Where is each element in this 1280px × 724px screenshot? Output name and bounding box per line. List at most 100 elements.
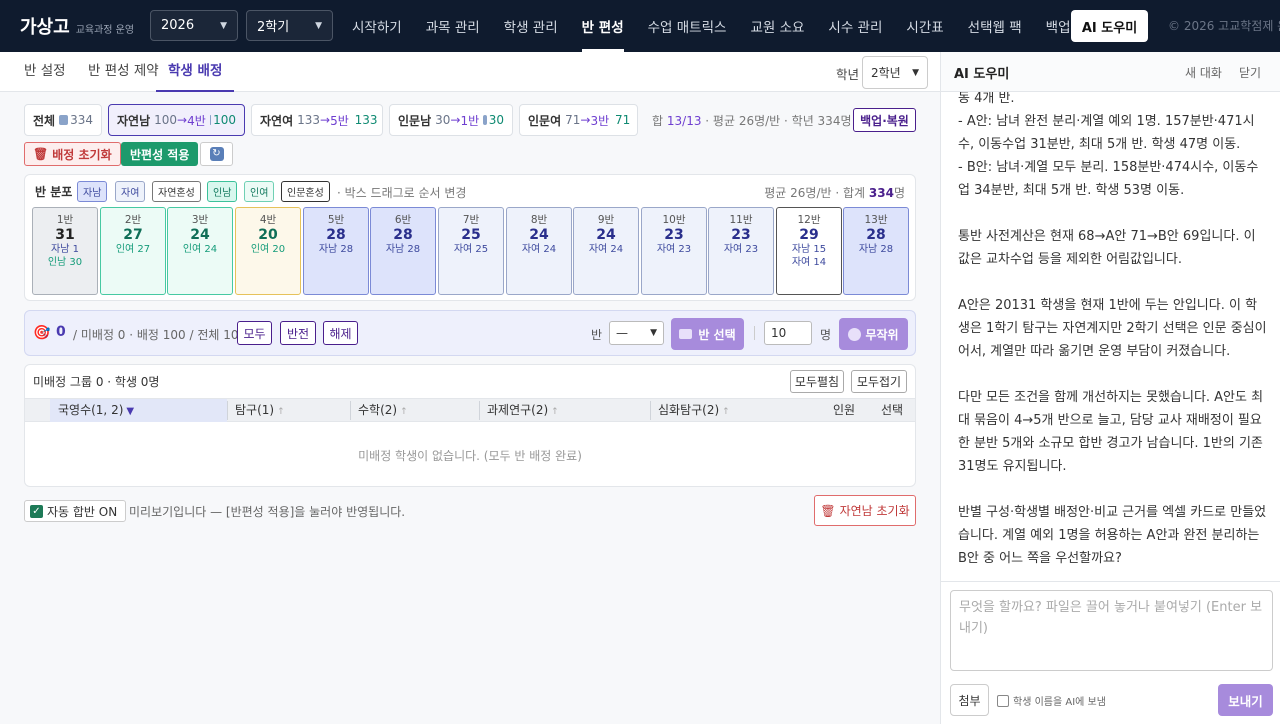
filter-label: 자연여 bbox=[260, 113, 294, 128]
reset-assignment-button[interactable]: 🗑 배정 초기화 bbox=[24, 142, 121, 166]
new-chat-button[interactable]: 새 대화 bbox=[1185, 64, 1222, 81]
filter-count: 100 bbox=[213, 113, 236, 127]
class-name: 11반 bbox=[729, 214, 753, 226]
tab-class-settings[interactable]: 반 설정 bbox=[24, 52, 66, 92]
unassigned-title: 미배정 그룹 0 · 학생 0명 bbox=[33, 375, 160, 389]
class-composition: 자여 25 bbox=[453, 244, 489, 255]
filter-count: 133 bbox=[354, 113, 378, 127]
class-box[interactable]: 9반 24 자여 24 bbox=[573, 207, 639, 295]
assistant-message: 동 4개 반. - A안: 남녀 완전 분리·계열 예외 1명. 157분반·4… bbox=[958, 92, 1267, 566]
sort-icon: ↑ bbox=[277, 407, 285, 417]
filter-liberal-female[interactable]: 인문여 71 → 3반 71 bbox=[519, 104, 638, 136]
semester-select[interactable]: 2학기 ▼ bbox=[246, 10, 333, 41]
grade-value: 2학년 bbox=[871, 66, 901, 80]
nav-start[interactable]: 시작하기 bbox=[340, 0, 414, 52]
class-composition: 자남 15 bbox=[791, 244, 827, 255]
tab-class-constraints[interactable]: 반 편성 제약 bbox=[88, 52, 159, 92]
legend-liberal-female: 인여 bbox=[244, 181, 275, 202]
column-research[interactable]: 과제연구(2) ↑ bbox=[479, 399, 650, 422]
preview-note: 미리보기입니다 — [반편성 적용]을 눌러야 반영됩니다. bbox=[129, 505, 406, 519]
filter-all[interactable]: 전체 334 bbox=[24, 104, 102, 136]
select-all-button[interactable]: 모두 bbox=[237, 321, 272, 345]
clear-selection-button[interactable]: 해제 bbox=[323, 321, 358, 345]
nav-subjects[interactable]: 과목 관리 bbox=[414, 0, 492, 52]
distribution-title: 반 분포 bbox=[35, 185, 73, 199]
class-box[interactable]: 13반 28 자남 28 bbox=[843, 207, 909, 295]
nav-selection-pack[interactable]: 선택웹 팩 bbox=[956, 0, 1034, 52]
column-label: 수학(2) bbox=[358, 403, 398, 417]
chat-input[interactable]: 무엇을 할까요? 파일은 끌어 놓거나 붙여넣기 (Enter 보내기) bbox=[950, 590, 1273, 671]
class-composition: 자여 14 bbox=[791, 257, 827, 268]
grade-select[interactable]: 2학년 ▼ bbox=[862, 56, 928, 89]
expand-all-button[interactable]: 모두펼침 bbox=[790, 370, 844, 393]
send-name-label: 학생 이름을 AI에 보냄 bbox=[1013, 697, 1106, 708]
class-count: 27 bbox=[123, 227, 143, 243]
reset-nature-male-button[interactable]: 🗑 자연남 초기화 bbox=[814, 495, 916, 526]
close-panel-button[interactable]: 닫기 bbox=[1239, 64, 1261, 81]
count-input[interactable]: 10 bbox=[764, 321, 812, 345]
class-name: 1반 bbox=[56, 214, 74, 226]
column-math[interactable]: 수학(2) ↑ bbox=[350, 399, 479, 422]
divider bbox=[941, 581, 1280, 582]
class-box[interactable]: 12반 29 자남 15 자여 14 bbox=[776, 207, 842, 295]
column-inquiry[interactable]: 탐구(1) ↑ bbox=[227, 399, 350, 422]
column-label: 국영수(1, 2) bbox=[58, 403, 124, 417]
total-prefix: 평균 26명/반 · 합계 bbox=[764, 186, 866, 200]
class-box[interactable]: 7반 25 자여 25 bbox=[438, 207, 504, 295]
unassigned-panel: 미배정 그룹 0 · 학생 0명 모두펼침 모두접기 국영수(1, 2) ▼ 탐구… bbox=[24, 364, 916, 487]
filter-count: 334 bbox=[70, 113, 93, 127]
filter-label: 인문남 bbox=[398, 113, 432, 128]
ai-assistant-panel: AI 도우미 새 대화 닫기 동 4개 반. - A안: 남녀 완전 분리·계열… bbox=[940, 52, 1280, 724]
tab-student-assignment[interactable]: 학생 배정 bbox=[156, 52, 235, 92]
logo-text: 가상고 bbox=[20, 17, 70, 38]
legend-liberal-male: 인남 bbox=[207, 181, 238, 202]
logo-subtitle: 교육과정 운영 bbox=[75, 25, 135, 36]
ai-assistant-button[interactable]: AI 도우미 bbox=[1071, 10, 1148, 42]
invert-selection-button[interactable]: 반전 bbox=[280, 321, 316, 345]
chat-area[interactable]: 동 4개 반. - A안: 남녀 완전 분리·계열 예외 1명. 157분반·4… bbox=[958, 92, 1268, 580]
refresh-button[interactable]: ↻ bbox=[200, 142, 233, 166]
arrow-right-icon: → bbox=[580, 113, 591, 127]
send-button[interactable]: 보내기 bbox=[1218, 684, 1273, 716]
nav-students[interactable]: 학생 관리 bbox=[492, 0, 570, 52]
filter-liberal-male[interactable]: 인문남 30 → 1반 30 bbox=[389, 104, 513, 136]
main-nav: 시작하기 과목 관리 학생 관리 반 편성 수업 매트릭스 교원 소요 시수 관… bbox=[340, 0, 1083, 52]
random-button[interactable]: 무작위 bbox=[839, 318, 908, 350]
class-box[interactable]: 11반 23 자여 23 bbox=[708, 207, 774, 295]
class-count: 29 bbox=[799, 227, 819, 243]
backup-restore-button[interactable]: 백업·복원 bbox=[853, 108, 916, 132]
class-count: 25 bbox=[461, 227, 481, 243]
class-box[interactable]: 3반 24 인여 24 bbox=[167, 207, 233, 295]
auto-merge-toggle[interactable]: ✓ 자동 합반 ON bbox=[24, 500, 127, 522]
year-select[interactable]: 2026 ▼ bbox=[150, 10, 238, 41]
apply-formation-button[interactable]: 반편성 적용 bbox=[121, 142, 199, 166]
sort-icon: ↑ bbox=[722, 407, 730, 417]
filter-label: 자연남 bbox=[117, 113, 151, 128]
nav-timetable[interactable]: 시간표 bbox=[894, 0, 955, 52]
class-name: 2반 bbox=[124, 214, 142, 226]
class-box[interactable]: 2반 27 인여 27 bbox=[100, 207, 166, 295]
class-box[interactable]: 10반 23 자여 23 bbox=[641, 207, 707, 295]
checkbox-icon[interactable] bbox=[997, 694, 1009, 707]
attach-button[interactable]: 첨부 bbox=[950, 684, 989, 716]
class-select[interactable]: — ▼ bbox=[609, 321, 664, 345]
nav-class-matrix[interactable]: 수업 매트릭스 bbox=[636, 0, 739, 52]
nav-teacher-demand[interactable]: 교원 소요 bbox=[738, 0, 816, 52]
assign-class-button[interactable]: 반 선택 bbox=[671, 318, 744, 350]
class-box[interactable]: 8반 24 자여 24 bbox=[506, 207, 572, 295]
filter-nature-male[interactable]: 자연남 100 → 4반 100 bbox=[108, 104, 245, 136]
class-box[interactable]: 5반 28 자남 28 bbox=[303, 207, 369, 295]
nav-class-formation[interactable]: 반 편성 bbox=[570, 0, 636, 52]
column-korean-english-math[interactable]: 국영수(1, 2) ▼ bbox=[50, 399, 227, 422]
class-box[interactable]: 4반 20 인여 20 bbox=[235, 207, 301, 295]
class-name: 7반 bbox=[462, 214, 480, 226]
class-box[interactable]: 1반 31 자남 1 인남 30 bbox=[32, 207, 98, 295]
sub-tabs: 반 설정 반 편성 제약 학생 배정 학년 2학년 ▼ bbox=[0, 52, 940, 92]
class-box[interactable]: 6반 28 자남 28 bbox=[370, 207, 436, 295]
top-bar: 가상고 교육과정 운영 2026 ▼ 2학기 ▼ 시작하기 과목 관리 학생 관리 반… bbox=[0, 0, 1280, 52]
filter-nature-female[interactable]: 자연여 133 → 5반 133 bbox=[251, 104, 383, 136]
collapse-all-button[interactable]: 모두접기 bbox=[851, 370, 907, 393]
nav-hours[interactable]: 시수 관리 bbox=[816, 0, 894, 52]
column-advanced-inquiry[interactable]: 심화탐구(2) ↑ bbox=[650, 399, 800, 422]
send-name-option[interactable]: 학생 이름을 AI에 보냄 bbox=[997, 693, 1106, 708]
